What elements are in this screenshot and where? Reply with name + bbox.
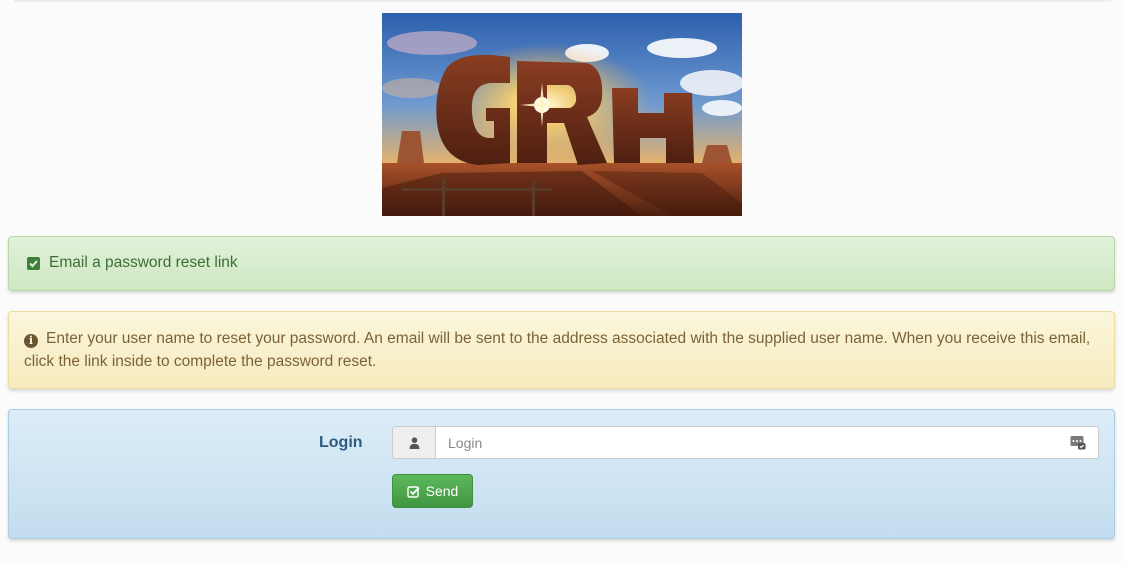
login-form-panel: Login Send [8, 409, 1115, 539]
check-square-icon [27, 256, 40, 270]
instructions-text: Enter your user name to reset your passw… [24, 330, 1091, 370]
login-input[interactable] [436, 426, 1099, 459]
send-button[interactable]: Send [392, 474, 473, 508]
login-input-group [392, 426, 1099, 459]
login-label: Login [319, 434, 363, 451]
success-panel: Email a password reset link [8, 236, 1115, 291]
banner-image [382, 13, 742, 216]
success-message: Email a password reset link [49, 254, 238, 271]
user-icon [409, 436, 419, 449]
top-divider [14, 0, 1111, 2]
info-circle-icon: i [24, 334, 38, 348]
send-button-label: Send [425, 483, 459, 499]
check-square-o-icon [406, 485, 420, 498]
password-manager-icon[interactable] [1070, 434, 1086, 450]
user-icon-addon [392, 426, 436, 459]
instructions-panel: i Enter your user name to reset your pass… [8, 311, 1115, 389]
